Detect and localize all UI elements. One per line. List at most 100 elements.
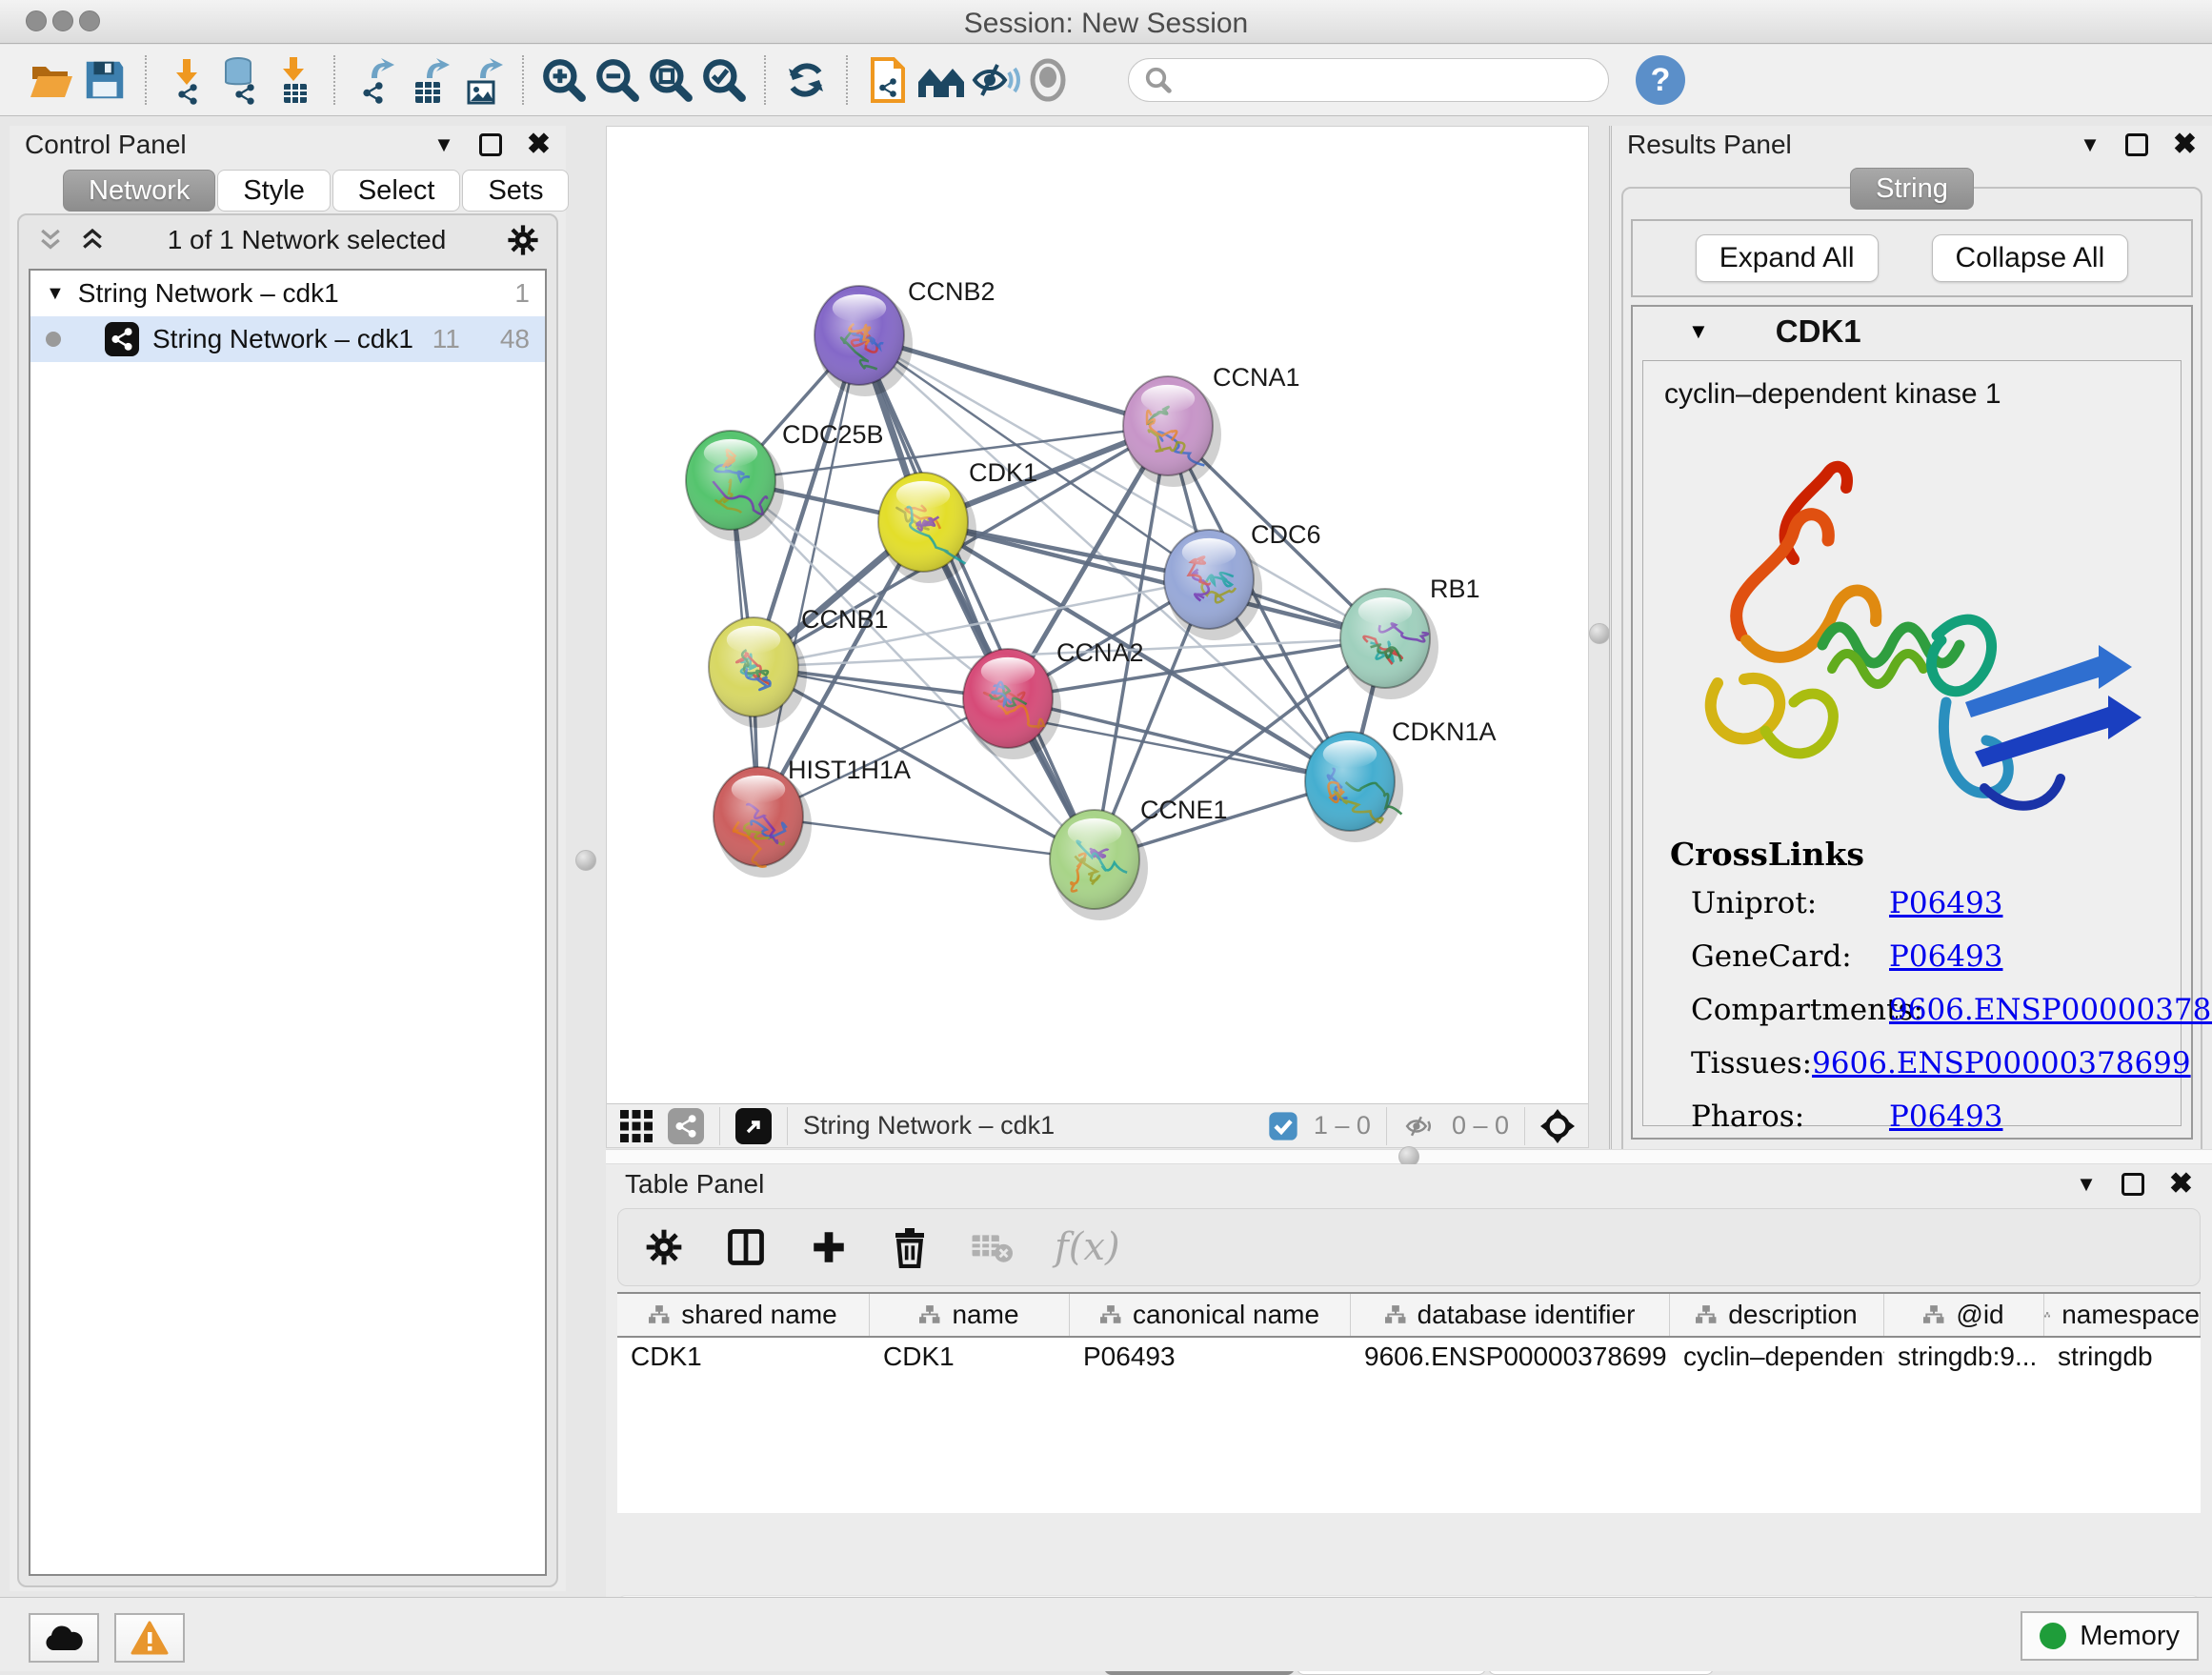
column-type-icon bbox=[2044, 1305, 2050, 1324]
export-table-button[interactable] bbox=[402, 53, 455, 107]
open-session-button[interactable] bbox=[25, 53, 78, 107]
zoom-fit-button[interactable] bbox=[644, 53, 697, 107]
add-column-icon[interactable] bbox=[809, 1227, 849, 1267]
first-neighbors-button[interactable] bbox=[915, 53, 968, 107]
panel-float-icon[interactable] bbox=[2125, 133, 2148, 156]
node-label-RB1: RB1 bbox=[1430, 575, 1480, 603]
import-table-button[interactable] bbox=[267, 53, 320, 107]
column-header-@id[interactable]: @id bbox=[1884, 1294, 2044, 1336]
gene-entry-header[interactable]: ▼ CDK1 bbox=[1633, 307, 2191, 356]
node-table: shared namenamecanonical namedatabase id… bbox=[617, 1292, 2201, 1513]
table-options-gear-icon[interactable] bbox=[645, 1228, 683, 1266]
node-RB1[interactable] bbox=[1340, 589, 1438, 699]
splitter-handle[interactable] bbox=[1589, 623, 1610, 644]
grid-view-icon[interactable] bbox=[620, 1110, 653, 1142]
node-CCNB2[interactable] bbox=[814, 286, 913, 396]
network-row-selected[interactable]: String Network – cdk1 11 48 bbox=[30, 316, 545, 362]
crosslink-link[interactable]: P06493 bbox=[1889, 939, 2002, 974]
table-cell[interactable]: CDK1 bbox=[870, 1338, 1070, 1378]
node-CDK1[interactable] bbox=[878, 473, 976, 583]
selected-checkbox-icon[interactable] bbox=[1268, 1111, 1298, 1141]
export-image-button[interactable] bbox=[455, 53, 509, 107]
table-cell[interactable]: CDK1 bbox=[617, 1338, 870, 1378]
import-database-button[interactable] bbox=[213, 53, 267, 107]
table-row[interactable]: CDK1CDK1P064939606.ENSP00000378699cyclin… bbox=[617, 1338, 2201, 1378]
entry-collapse-icon[interactable]: ▼ bbox=[1688, 319, 1709, 344]
panel-float-icon[interactable] bbox=[2122, 1173, 2144, 1196]
tree-expand-icon[interactable]: ▼ bbox=[46, 283, 65, 305]
table-cell[interactable]: cyclin–dependent ... bbox=[1670, 1338, 1884, 1378]
right-panel-splitter[interactable] bbox=[1589, 126, 1612, 1164]
zoom-selected-button[interactable] bbox=[697, 53, 751, 107]
column-header-database-identifier[interactable]: database identifier bbox=[1351, 1294, 1670, 1336]
network-collection-row[interactable]: ▼ String Network – cdk1 1 bbox=[30, 271, 545, 316]
tab-string[interactable]: String bbox=[1850, 168, 1974, 210]
column-header-canonical-name[interactable]: canonical name bbox=[1070, 1294, 1351, 1336]
new-network-from-selection-button[interactable] bbox=[861, 53, 915, 107]
column-type-icon bbox=[649, 1305, 670, 1324]
zoom-out-button[interactable] bbox=[591, 53, 644, 107]
options-gear-icon[interactable] bbox=[507, 224, 539, 256]
import-network-button[interactable] bbox=[160, 53, 213, 107]
column-header-namespace[interactable]: namespace bbox=[2044, 1294, 2201, 1336]
node-CDKN1A[interactable] bbox=[1305, 732, 1403, 842]
network-canvas[interactable]: CCNB2CCNA1CDC25BCDK1CDC6RB1CCNB1CCNA2CDK… bbox=[607, 127, 1588, 1103]
panel-close-icon[interactable]: ✖ bbox=[2173, 131, 2197, 159]
zoom-out-icon bbox=[593, 56, 641, 104]
tab-sets[interactable]: Sets bbox=[462, 170, 569, 212]
export-network-button[interactable] bbox=[349, 53, 402, 107]
column-header-name[interactable]: name bbox=[870, 1294, 1070, 1336]
crosslink-link[interactable]: P06493 bbox=[1889, 1100, 2002, 1134]
panel-float-icon[interactable] bbox=[479, 133, 502, 156]
memory-button[interactable]: Memory bbox=[2021, 1611, 2199, 1661]
panel-menu-icon[interactable]: ▼ bbox=[2080, 132, 2101, 157]
collapse-all-button[interactable]: Collapse All bbox=[1932, 234, 2129, 282]
node-CCNA1[interactable] bbox=[1123, 376, 1221, 487]
crosslink-link[interactable]: 9606.ENSP00000378699 bbox=[1812, 1046, 2191, 1080]
table-cell[interactable]: 9606.ENSP00000378699 bbox=[1351, 1338, 1670, 1378]
panel-menu-icon[interactable]: ▼ bbox=[2076, 1172, 2097, 1197]
node-CDC25B[interactable] bbox=[686, 431, 784, 541]
crosslink-link[interactable]: 9606.ENSP00000378699 bbox=[1889, 993, 2212, 1027]
apply-layout-button[interactable] bbox=[779, 53, 833, 107]
tab-network[interactable]: Network bbox=[63, 170, 215, 212]
delete-column-icon[interactable] bbox=[891, 1226, 929, 1268]
node-CDC6[interactable] bbox=[1164, 530, 1262, 640]
import-network-icon bbox=[162, 55, 211, 105]
panel-menu-icon[interactable]: ▼ bbox=[433, 132, 454, 157]
tab-select[interactable]: Select bbox=[332, 170, 461, 212]
show-all-button[interactable] bbox=[1021, 53, 1075, 107]
crosslink-label: GeneCard: bbox=[1670, 939, 1889, 974]
crosslink-link[interactable]: P06493 bbox=[1889, 886, 2002, 920]
node-CCNA2[interactable] bbox=[963, 649, 1061, 759]
table-cell[interactable]: stringdb:9... bbox=[1884, 1338, 2044, 1378]
hide-selected-button[interactable] bbox=[968, 53, 1021, 107]
cloud-button[interactable] bbox=[29, 1613, 99, 1663]
panel-close-icon[interactable]: ✖ bbox=[527, 131, 551, 159]
table-panel-splitter[interactable] bbox=[606, 1149, 2212, 1164]
zoom-in-button[interactable] bbox=[537, 53, 591, 107]
edge-CCNB2-HIST1H1A[interactable] bbox=[758, 335, 859, 817]
left-panel-splitter[interactable] bbox=[566, 126, 606, 1149]
network-tree: ▼ String Network – cdk1 1 String Network… bbox=[29, 269, 547, 1576]
expand-all-button[interactable]: Expand All bbox=[1696, 234, 1879, 282]
detach-view-icon[interactable] bbox=[735, 1108, 772, 1144]
panel-close-icon[interactable]: ✖ bbox=[2169, 1170, 2193, 1199]
column-header-description[interactable]: description bbox=[1670, 1294, 1884, 1336]
tab-style[interactable]: Style bbox=[217, 170, 330, 212]
collapse-all-icon[interactable] bbox=[36, 226, 65, 254]
table-cell[interactable]: P06493 bbox=[1070, 1338, 1351, 1378]
node-CCNE1[interactable] bbox=[1050, 810, 1148, 920]
column-header-shared-name[interactable]: shared name bbox=[617, 1294, 870, 1336]
help-button[interactable]: ? bbox=[1636, 55, 1685, 105]
save-session-button[interactable] bbox=[78, 53, 131, 107]
warnings-button[interactable] bbox=[114, 1613, 185, 1663]
splitter-handle[interactable] bbox=[575, 850, 596, 871]
birdseye-toggle-icon[interactable] bbox=[1540, 1109, 1575, 1143]
search-input[interactable] bbox=[1128, 58, 1609, 102]
network-overview-icon[interactable] bbox=[668, 1108, 704, 1144]
show-columns-icon[interactable] bbox=[725, 1226, 767, 1268]
warning-icon bbox=[131, 1621, 169, 1655]
expand-all-icon[interactable] bbox=[78, 226, 107, 254]
table-cell[interactable]: stringdb bbox=[2044, 1338, 2201, 1378]
